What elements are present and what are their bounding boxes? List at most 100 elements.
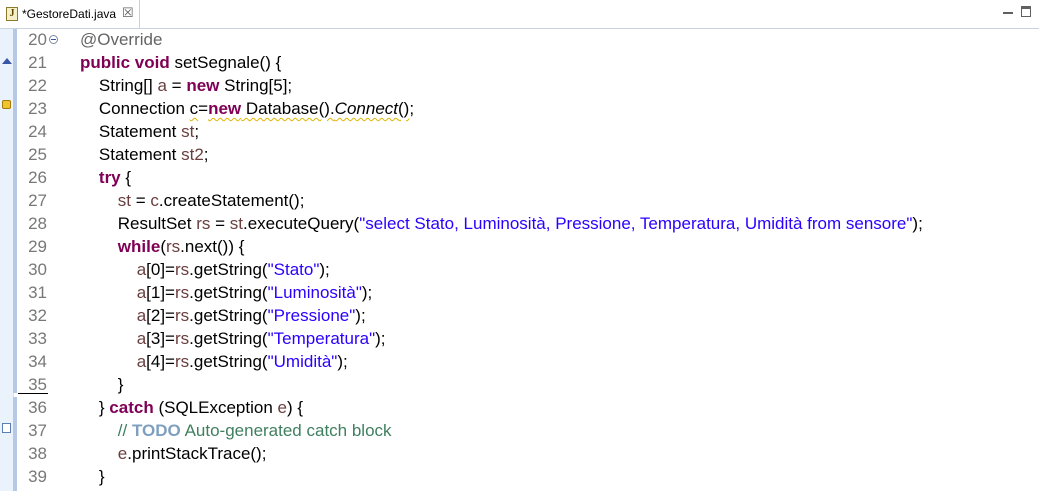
code-token: .getString(: [189, 260, 268, 279]
code-text: a[3]=rs.getString("Temperatura");: [80, 329, 386, 349]
code-token: String[5];: [219, 76, 293, 95]
code-token: ;: [203, 145, 209, 164]
code-text: Connection c=new Database().Connect();: [80, 99, 414, 119]
override-indicator-icon[interactable]: [1, 55, 12, 67]
line-number: 23: [28, 99, 47, 118]
line-number: 39: [28, 467, 47, 486]
code-line[interactable]: 22 String[] a = new String[5];: [18, 75, 1039, 98]
code-token: catch: [109, 398, 154, 417]
code-token: void: [134, 53, 170, 72]
code-text: ResultSet rs = st.executeQuery("select S…: [80, 214, 923, 234]
minimize-icon[interactable]: [1002, 6, 1014, 16]
java-file-icon: J: [6, 7, 18, 21]
code-line[interactable]: 34 a[4]=rs.getString("Umidità");: [18, 351, 1039, 374]
code-line[interactable]: 37 // TODO Auto-generated catch block: [18, 420, 1039, 443]
close-tab-icon[interactable]: ☒: [122, 5, 134, 21]
code-token: String[]: [80, 76, 158, 95]
code-token: a: [136, 260, 147, 279]
code-line[interactable]: 24 Statement st;: [18, 121, 1039, 144]
code-token: rs: [165, 237, 181, 256]
code-line[interactable]: 38 e.printStackTrace();: [18, 443, 1039, 466]
line-number: 29: [28, 237, 47, 256]
line-number: 32: [28, 306, 47, 325]
code-line[interactable]: 27 st = c.createStatement();: [18, 190, 1039, 213]
code-text: // TODO Auto-generated catch block: [80, 421, 392, 441]
code-token: [1]=: [146, 283, 175, 302]
maximize-icon[interactable]: [1021, 6, 1033, 17]
code-line[interactable]: 29 while(rs.next()) {: [18, 236, 1039, 259]
code-line[interactable]: 35 }: [18, 374, 1039, 397]
code-token: Connection: [80, 99, 190, 118]
code-text: Statement st;: [80, 122, 199, 142]
code-line[interactable]: 33 a[3]=rs.getString("Temperatura");: [18, 328, 1039, 351]
code-text: a[4]=rs.getString("Umidità");: [80, 352, 348, 372]
code-line[interactable]: 25 Statement st2;: [18, 144, 1039, 167]
code-token: );: [337, 352, 348, 371]
line-number: 26: [28, 168, 47, 187]
code-token: );: [319, 260, 330, 279]
code-token: .createStatement();: [158, 191, 305, 210]
change-marker: [13, 29, 17, 393]
tab-gestoredati-java[interactable]: J *GestoreDati.java ☒: [0, 0, 140, 28]
code-token: public: [80, 53, 131, 72]
code-token: Statement: [80, 122, 182, 141]
change-marker: [13, 397, 17, 491]
code-line[interactable]: 36 } catch (SQLException e) {: [18, 397, 1039, 420]
code-line[interactable]: 23 Connection c=new Database().Connect()…: [18, 98, 1039, 121]
code-token: [0]=: [146, 260, 175, 279]
code-token: (SQLException: [153, 398, 278, 417]
code-token: );: [912, 214, 923, 233]
code-line[interactable]: 26 try {: [18, 167, 1039, 190]
code-token: rs: [175, 283, 190, 302]
code-token: e: [117, 444, 128, 463]
fold-toggle-icon[interactable]: [49, 35, 58, 44]
code-token: //: [80, 421, 132, 440]
line-number: 31: [28, 283, 47, 302]
code-line[interactable]: 21 public void setSegnale() {: [18, 52, 1039, 75]
code-token: =: [131, 191, 151, 210]
line-number: 20: [28, 30, 47, 49]
code-text: Statement st2;: [80, 145, 209, 165]
code-token: "Temperatura": [267, 329, 376, 348]
code-token: a: [136, 306, 147, 325]
code-token: .printStackTrace();: [127, 444, 267, 463]
task-icon[interactable]: [1, 422, 11, 434]
code-line[interactable]: 39 }: [18, 466, 1039, 489]
line-number: 24: [28, 122, 47, 141]
code-token: (): [398, 99, 410, 118]
code-line[interactable]: 28 ResultSet rs = st.executeQuery("selec…: [18, 213, 1039, 236]
code-token: try: [98, 168, 121, 187]
code-text: @Override: [80, 30, 162, 50]
code-token: st: [229, 214, 243, 233]
code-token: .getString(: [189, 306, 268, 325]
code-token: Auto-generated catch block: [180, 421, 392, 440]
code-line[interactable]: 32 a[2]=rs.getString("Pressione");: [18, 305, 1039, 328]
code-token: );: [361, 283, 373, 302]
code-line[interactable]: 31 a[1]=rs.getString("Luminosità");: [18, 282, 1039, 305]
warning-icon[interactable]: [1, 99, 11, 111]
code-token: st2: [181, 145, 204, 164]
code-token: );: [355, 306, 366, 325]
code-token: .getString(: [189, 329, 268, 348]
code-token: "select Stato, Luminosità, Pressione, Te…: [359, 214, 913, 233]
code-token: ;: [409, 99, 415, 118]
code-token: .next()) {: [180, 237, 245, 256]
code-token: =: [198, 99, 209, 118]
code-token: a: [136, 283, 147, 302]
code-line[interactable]: 30 a[0]=rs.getString("Stato");: [18, 259, 1039, 282]
line-number: 30: [28, 260, 47, 279]
code-token: "Pressione": [267, 306, 356, 325]
code-token: @Override: [80, 30, 163, 49]
code-token: =: [210, 214, 230, 233]
vertical-ruler[interactable]: [0, 29, 14, 491]
code-line[interactable]: 20 @Override: [18, 29, 1039, 52]
code-token: ResultSet: [80, 214, 197, 233]
code-text: public void setSegnale() {: [80, 53, 281, 73]
code-editor[interactable]: 20 @Override 21 public void setSegnale() {2…: [18, 29, 1039, 491]
code-token: [2]=: [146, 306, 175, 325]
